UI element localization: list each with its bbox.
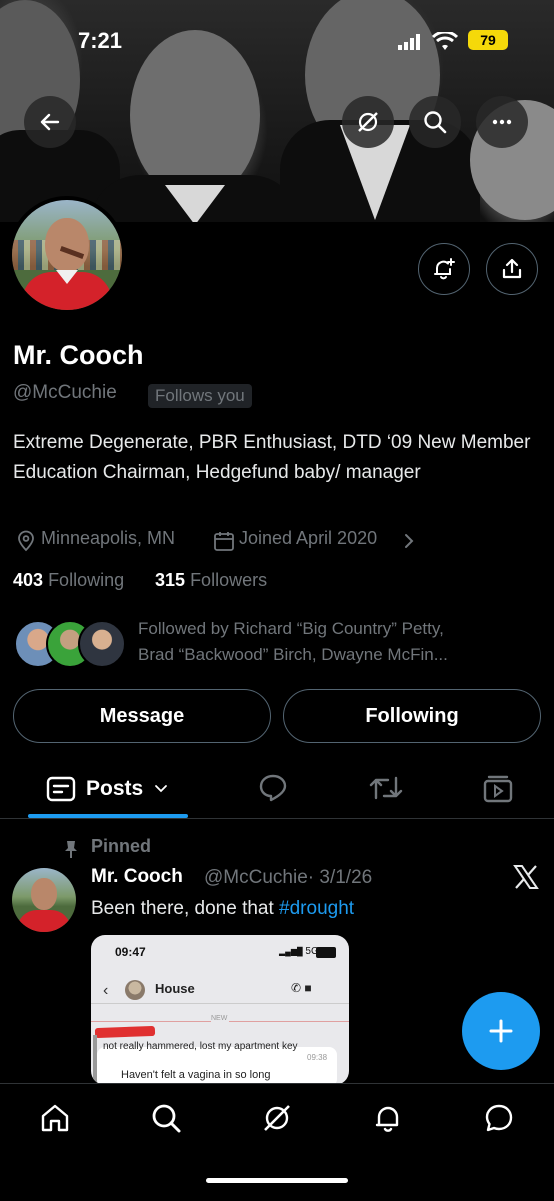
cellular-signal-icon [398,34,420,50]
profile-avatar[interactable] [8,196,126,314]
share-profile-button[interactable] [486,243,538,295]
followed-by-text[interactable]: Followed by Richard “Big Country” Petty,… [138,616,538,668]
tweet-body: Been there, done that [91,898,280,919]
shot-new-label: NEW [211,1015,228,1022]
followed-by-line: Followed by Richard “Big Country” Petty, [138,619,444,638]
pin-icon [65,841,77,858]
tweet-hashtag-link[interactable]: #drought [279,898,354,919]
shot-message-time: 09:38 [307,1053,328,1062]
home-icon [41,1104,69,1132]
tweet-text: Been there, done that #drought [91,898,354,920]
pinned-label: Pinned [91,836,152,856]
tab-posts-label: Posts [86,777,144,800]
notification-subscribe-button[interactable] [418,243,470,295]
nav-notifications[interactable] [370,1100,406,1136]
shot-call-icons: ✆ ■ [291,981,312,995]
x-logo-icon [513,865,539,889]
message-button[interactable]: Message [13,689,271,743]
tweet-handle-text: @McCuchie [204,867,308,888]
nav-grok[interactable] [259,1100,295,1136]
search-icon [152,1104,181,1133]
shot-battery-icon [316,947,336,958]
follower-avatar[interactable] [78,620,126,668]
tweet-date: · 3/1/26 [307,867,373,888]
shot-contact-avatar [125,980,145,1000]
more-icon [492,119,512,125]
shot-back-icon: ‹ [103,982,109,999]
following-label: Following [48,570,125,590]
nav-messages[interactable] [481,1100,517,1136]
location-pin-icon [18,530,34,552]
chevron-down-icon[interactable] [153,783,169,795]
tweet-author-name[interactable]: Mr. Cooch [91,866,183,888]
following-count-link[interactable]: 403 Following [13,570,124,591]
followers-label: Followers [190,570,268,590]
more-button[interactable] [476,96,528,148]
bell-icon [375,1106,399,1132]
arrow-left-icon [40,113,60,131]
nav-home[interactable] [37,1100,73,1136]
share-icon [502,258,522,279]
posts-icon [46,776,76,802]
calendar-icon [214,532,234,551]
shot-signal: ▂▄▆█ 5G [279,946,319,957]
tab-media[interactable] [482,772,514,804]
shot-message-2: Haven't felt a vagina in so long [121,1069,271,1081]
shot-contact-name: House [155,981,195,996]
shot-reply-bar [93,1035,97,1085]
profile-location: Minneapolis, MN [41,528,176,548]
followers-count: 315 [155,570,186,590]
nav-search[interactable] [148,1100,184,1136]
bell-plus-icon [434,258,455,280]
shot-time: 09:47 [115,945,146,959]
chevron-right-icon[interactable] [402,531,416,551]
profile-handle: @McCuchie [13,382,117,403]
profile-bio: Extreme Degenerate, PBR Enthusiast, DTD … [13,432,531,483]
profile-joined[interactable]: Joined April 2020 [239,528,377,549]
compose-post-button[interactable] [462,992,540,1070]
profile-name: Mr. Cooch [13,340,144,370]
grok-icon [264,1105,290,1131]
followed-by-line: Brad “Backwood” Birch, Dwayne McFin... [138,645,448,664]
follows-you-badge: Follows you [148,384,252,408]
tab-reposts[interactable] [368,772,404,804]
status-time: 7:21 [78,28,123,53]
grok-icon [358,112,378,132]
tweet-media-image[interactable]: 09:47 ▂▄▆█ 5G ‹ House ✆ ■ NEW not really… [91,935,349,1085]
plus-icon [489,1019,513,1043]
shot-message-1: not really hammered, lost my apartment k… [103,1041,298,1052]
following-count: 403 [13,570,44,590]
battery-level: 79 [480,32,496,48]
grok-button[interactable] [342,96,394,148]
tweet-avatar[interactable] [12,868,76,932]
battery-indicator: 79 [468,30,508,50]
followers-count-link[interactable]: 315 Followers [155,570,267,591]
following-button[interactable]: Following [283,689,541,743]
search-icon [424,111,447,134]
shot-redaction [94,1025,156,1039]
search-button[interactable] [409,96,461,148]
home-indicator [206,1178,348,1183]
wifi-icon [432,32,458,50]
shot-message-bubble: not really hammered, lost my apartment k… [97,1041,337,1085]
tab-posts[interactable]: Posts [46,776,169,802]
tab-replies[interactable] [257,772,289,804]
back-button[interactable] [24,96,76,148]
tweet-author-handle[interactable]: @McCuchie· 3/1/26 [204,867,372,889]
message-bubble-icon [485,1104,513,1132]
active-tab-indicator [28,814,188,818]
